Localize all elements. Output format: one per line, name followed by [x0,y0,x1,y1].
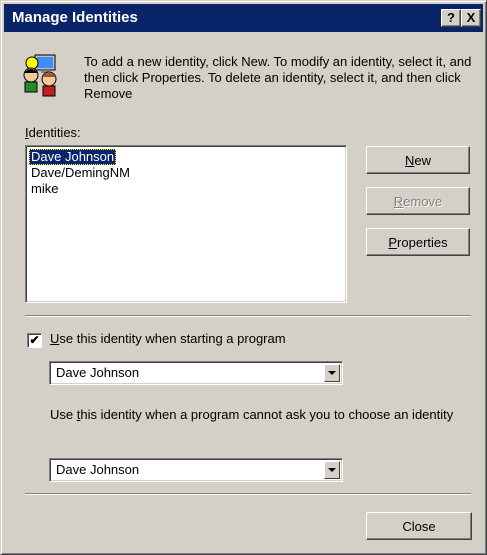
use-at-startup-checkbox[interactable]: ✔ [27,333,42,348]
title-bar[interactable]: Manage Identities ? X [4,4,483,32]
identities-icon [23,53,63,97]
close-button[interactable]: Close [366,512,472,540]
instructions-text: To add a new identity, click New. To mod… [84,54,472,101]
fallback-identity-select[interactable]: Dave Johnson [49,458,343,482]
chevron-down-icon[interactable] [324,461,340,479]
list-item[interactable]: Dave Johnson [29,149,117,165]
manage-identities-dialog: Manage Identities ? X To add a new ident… [0,0,487,555]
separator [25,493,471,495]
startup-identity-select[interactable]: Dave Johnson [49,361,343,385]
list-item[interactable]: mike [29,181,60,197]
fallback-identity-value: Dave Johnson [56,462,140,477]
separator [25,315,471,317]
list-item[interactable]: Dave/DemingNM [29,165,132,181]
identities-label: Identities: [25,125,81,140]
help-button[interactable]: ? [441,9,461,27]
identities-list[interactable]: Dave Johnson Dave/DemingNM mike [25,145,347,303]
new-button[interactable]: New [366,146,470,174]
properties-button[interactable]: Properties [366,228,470,256]
fallback-identity-label: Use this identity when a program cannot … [50,407,454,422]
startup-identity-value: Dave Johnson [56,365,140,380]
remove-button[interactable]: Remove [366,187,470,215]
window-title: Manage Identities [12,9,138,26]
chevron-down-icon[interactable] [324,364,340,382]
close-window-button[interactable]: X [461,9,481,27]
use-at-startup-label[interactable]: Use this identity when starting a progra… [50,331,286,346]
